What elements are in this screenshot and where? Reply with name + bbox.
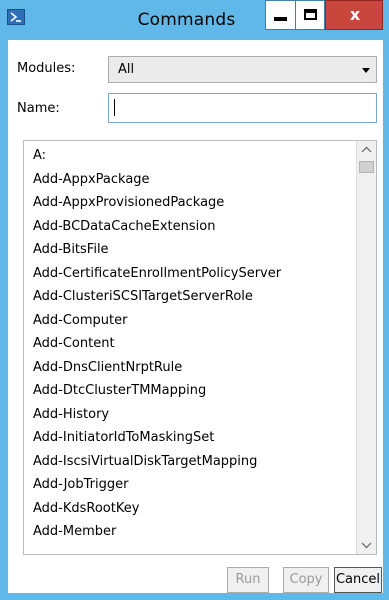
list-item[interactable]: Add-AppxPackage bbox=[33, 172, 150, 187]
dialog-body: Modules: All Name: A: Add-AppxPackage Ad… bbox=[8, 40, 383, 593]
title-bar[interactable]: Commands x bbox=[0, 0, 389, 40]
list-item[interactable]: Add-JobTrigger bbox=[33, 477, 128, 492]
run-button[interactable]: Run bbox=[227, 567, 269, 593]
list-item[interactable]: Add-KdsRootKey bbox=[33, 501, 139, 516]
text-caret bbox=[114, 99, 115, 116]
list-item[interactable]: Add-Member bbox=[33, 524, 116, 539]
command-list-items: A: Add-AppxPackage Add-AppxProvisionedPa… bbox=[24, 141, 354, 554]
window-title: Commands bbox=[137, 10, 236, 30]
list-item[interactable]: Add-BCDataCacheExtension bbox=[33, 219, 215, 234]
modules-label: Modules: bbox=[17, 61, 76, 76]
modules-dropdown[interactable]: All bbox=[108, 56, 377, 83]
scroll-thumb[interactable] bbox=[359, 161, 374, 173]
vertical-scrollbar[interactable] bbox=[356, 141, 376, 554]
minimize-icon bbox=[274, 17, 287, 21]
modules-selected-value: All bbox=[118, 62, 135, 77]
commands-window: Commands x Modules: All Name: A: Add-App… bbox=[0, 0, 389, 600]
scroll-up-icon[interactable] bbox=[357, 141, 376, 159]
minimize-button[interactable] bbox=[265, 0, 295, 30]
list-item[interactable]: Add-CertificateEnrollmentPolicyServer bbox=[33, 266, 281, 281]
maximize-button[interactable] bbox=[295, 0, 325, 30]
list-item[interactable]: Add-InitiatorIdToMaskingSet bbox=[33, 430, 214, 445]
cancel-button[interactable]: Cancel bbox=[334, 567, 382, 593]
scroll-down-icon[interactable] bbox=[357, 536, 376, 554]
list-item[interactable]: Add-DnsClientNrptRule bbox=[33, 360, 182, 375]
command-list[interactable]: A: Add-AppxPackage Add-AppxProvisionedPa… bbox=[23, 140, 377, 555]
list-item[interactable]: Add-ClusteriSCSITargetServerRole bbox=[33, 289, 253, 304]
list-item[interactable]: Add-IscsiVirtualDiskTargetMapping bbox=[33, 454, 257, 469]
list-item[interactable]: Add-History bbox=[33, 407, 109, 422]
maximize-icon bbox=[304, 9, 317, 20]
close-button[interactable]: x bbox=[325, 0, 383, 30]
list-item[interactable]: Add-BitsFile bbox=[33, 242, 109, 257]
list-item[interactable]: Add-Computer bbox=[33, 313, 128, 328]
chevron-down-icon[interactable] bbox=[362, 68, 370, 73]
list-item[interactable]: Add-DtcClusterTMMapping bbox=[33, 383, 206, 398]
name-input[interactable] bbox=[108, 93, 377, 123]
copy-button[interactable]: Copy bbox=[283, 567, 329, 593]
name-label: Name: bbox=[17, 101, 60, 116]
list-item[interactable]: A: bbox=[33, 148, 46, 163]
list-item[interactable]: Add-Content bbox=[33, 336, 115, 351]
close-icon: x bbox=[349, 5, 361, 24]
list-item[interactable]: Add-AppxProvisionedPackage bbox=[33, 195, 224, 210]
